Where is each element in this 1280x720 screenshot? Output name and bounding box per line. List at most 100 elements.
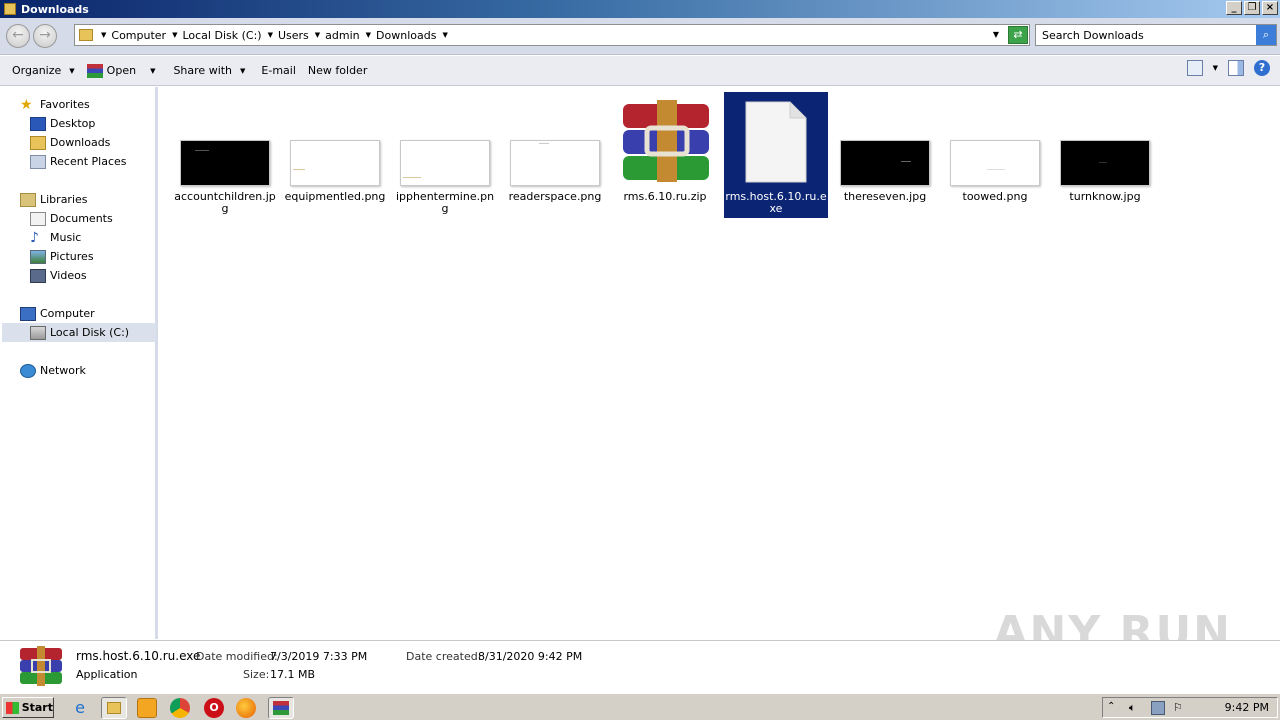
breadcrumb-downloads[interactable]: Downloads xyxy=(376,29,436,42)
nav-videos-label: Videos xyxy=(50,269,87,282)
new-folder-label: New folder xyxy=(307,64,368,77)
email-button[interactable]: E-mail xyxy=(255,59,302,83)
internet-explorer-icon[interactable]: e xyxy=(70,698,90,718)
nav-libraries[interactable]: Libraries xyxy=(20,190,88,209)
details-file-name: rms.host.6.10.ru.exe xyxy=(76,649,201,663)
breadcrumb-admin[interactable]: admin xyxy=(325,29,359,42)
nav-documents-label: Documents xyxy=(50,212,113,225)
share-with-button[interactable]: Share with ▼ xyxy=(167,59,251,83)
forward-button[interactable]: → xyxy=(33,24,57,48)
nav-computer[interactable]: Computer xyxy=(20,304,95,323)
open-button[interactable]: Open ▼ xyxy=(81,59,162,83)
breadcrumb-computer[interactable]: Computer xyxy=(111,29,166,42)
file-name: rms.6.10.ru.zip xyxy=(623,190,707,203)
search-placeholder: Search Downloads xyxy=(1042,29,1144,42)
show-hidden-icons-icon[interactable]: ⌃ xyxy=(1107,701,1121,715)
size-label: Size: xyxy=(243,668,270,681)
pictures-icon xyxy=(30,249,46,264)
system-tray: ⌃ 🔈︎ ⚐ 9:42 PM xyxy=(1102,697,1278,718)
volume-icon[interactable]: 🔈︎ xyxy=(1129,701,1143,715)
refresh-button[interactable]: ⇄ xyxy=(1008,26,1028,44)
file-item[interactable]: rms.6.10.ru.zip xyxy=(613,92,717,218)
nav-recent-places[interactable]: Recent Places xyxy=(30,152,127,171)
explorer-taskbar-button[interactable] xyxy=(101,697,127,719)
nav-network[interactable]: Network xyxy=(20,361,86,380)
chevron-down-icon: ▼ xyxy=(240,66,246,75)
change-view-icon[interactable] xyxy=(1186,60,1203,76)
back-arrow-icon: ← xyxy=(12,27,24,43)
restore-button[interactable]: ❐ xyxy=(1244,1,1260,15)
nav-favorites[interactable]: ★ Favorites xyxy=(20,95,90,114)
start-button[interactable]: Start xyxy=(2,697,54,718)
navigation-pane: ★ Favorites Desktop Downloads Recent Pla… xyxy=(0,87,158,639)
file-item[interactable]: equipmentled.png xyxy=(283,92,387,218)
chevron-down-icon: ▼ xyxy=(69,66,75,75)
breadcrumb-local-disk[interactable]: Local Disk (C:) xyxy=(182,29,261,42)
share-with-label: Share with xyxy=(173,64,233,77)
nav-documents[interactable]: Documents xyxy=(30,209,113,228)
chevron-down-icon[interactable]: ▼ xyxy=(150,67,155,75)
help-icon[interactable]: ? xyxy=(1254,60,1270,76)
new-folder-button[interactable]: New folder xyxy=(302,59,373,83)
media-player-icon[interactable] xyxy=(137,698,157,718)
nav-local-disk[interactable]: Local Disk (C:) xyxy=(2,323,156,342)
close-button[interactable]: × xyxy=(1262,1,1278,15)
file-item[interactable]: readerspace.png xyxy=(503,92,607,218)
folder-icon xyxy=(107,702,121,714)
address-bar[interactable]: ▼ Computer ▼ Local Disk (C:) ▼ Users ▼ admin… xyxy=(74,24,1030,46)
opera-icon[interactable]: O xyxy=(204,698,224,718)
network-tray-icon[interactable] xyxy=(1151,700,1165,715)
back-button[interactable]: ← xyxy=(6,24,30,48)
title-bar[interactable]: Downloads _ ❐ × xyxy=(0,0,1280,18)
nav-recent-places-label: Recent Places xyxy=(50,155,127,168)
generic-file-icon xyxy=(745,101,807,183)
command-bar: Organize ▼ Open ▼ Share with ▼ E-mail New f… xyxy=(0,56,1280,86)
file-item[interactable]: ipphentermine.png xyxy=(393,92,497,218)
details-pane: rms.host.6.10.ru.exe Application Date mo… xyxy=(0,640,1280,692)
search-icon[interactable]: ⌕ xyxy=(1256,25,1276,45)
drive-icon xyxy=(30,325,46,340)
chevron-down-icon[interactable]: ▼ xyxy=(1213,64,1218,72)
search-input[interactable]: Search Downloads ⌕ xyxy=(1035,24,1277,46)
chevron-down-icon[interactable]: ▼ xyxy=(268,31,273,39)
refresh-icon: ⇄ xyxy=(1013,28,1023,41)
file-item[interactable]: thereseven.jpg xyxy=(833,92,937,218)
image-thumbnail xyxy=(840,140,930,186)
chevron-down-icon[interactable]: ▼ xyxy=(101,31,106,39)
preview-pane-icon[interactable] xyxy=(1228,60,1244,76)
action-center-flag-icon[interactable]: ⚐ xyxy=(1173,701,1187,715)
taskbar-clock[interactable]: 9:42 PM xyxy=(1225,701,1269,714)
nav-network-label: Network xyxy=(40,364,86,377)
address-history-dropdown[interactable]: ▼ xyxy=(993,30,999,39)
winrar-taskbar-button[interactable] xyxy=(268,697,294,719)
open-label: Open xyxy=(106,64,137,77)
nav-pictures[interactable]: Pictures xyxy=(30,247,94,266)
nav-desktop[interactable]: Desktop xyxy=(30,114,95,133)
start-label: Start xyxy=(21,701,53,714)
file-list[interactable]: accountchildren.jpg equipmentled.png ipp… xyxy=(161,87,1280,639)
nav-downloads[interactable]: Downloads xyxy=(30,133,110,152)
details-file-type: Application xyxy=(76,668,138,681)
nav-videos[interactable]: Videos xyxy=(30,266,87,285)
address-row: ← → ▼ Computer ▼ Local Disk (C:) ▼ Users ▼ a… xyxy=(0,18,1280,55)
libraries-icon xyxy=(20,192,36,207)
date-modified-value: 7/3/2019 7:33 PM xyxy=(270,650,368,663)
breadcrumb-users[interactable]: Users xyxy=(278,29,309,42)
organize-label: Organize xyxy=(12,64,62,77)
file-item[interactable]: turnknow.jpg xyxy=(1053,92,1157,218)
chevron-down-icon[interactable]: ▼ xyxy=(442,31,447,39)
file-item[interactable]: toowed.png xyxy=(943,92,1047,218)
chrome-icon[interactable] xyxy=(170,698,190,718)
file-item[interactable]: accountchildren.jpg xyxy=(173,92,277,218)
chevron-down-icon[interactable]: ▼ xyxy=(315,31,320,39)
folder-icon xyxy=(79,29,93,41)
nav-pictures-label: Pictures xyxy=(50,250,94,263)
chevron-down-icon[interactable]: ▼ xyxy=(172,31,177,39)
nav-music[interactable]: ♪ Music xyxy=(30,228,81,247)
chevron-down-icon[interactable]: ▼ xyxy=(366,31,371,39)
minimize-button[interactable]: _ xyxy=(1226,1,1242,15)
desktop-icon xyxy=(30,116,46,131)
file-item-selected[interactable]: rms.host.6.10.ru.exe xyxy=(724,92,828,218)
organize-button[interactable]: Organize ▼ xyxy=(6,59,81,83)
firefox-icon[interactable] xyxy=(236,698,256,718)
